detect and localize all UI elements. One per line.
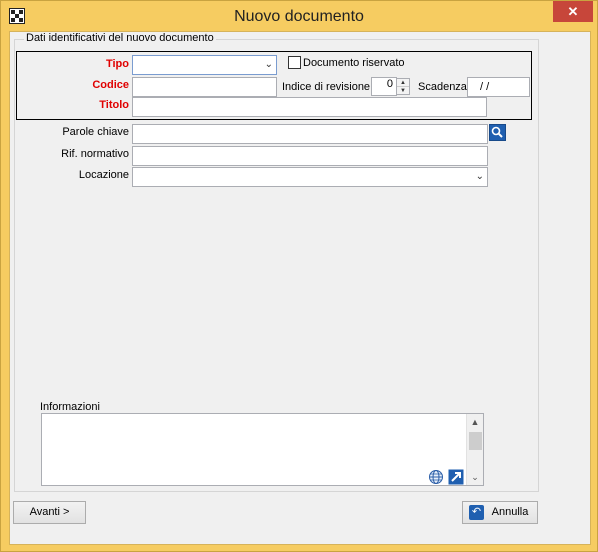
- indice-spinner[interactable]: ▲ ▼: [396, 78, 410, 95]
- scroll-down-icon[interactable]: ⌄: [467, 469, 483, 485]
- annulla-button[interactable]: ↶ Annulla: [462, 501, 538, 524]
- dialog-body: Dati identificativi del nuovo documento …: [9, 31, 591, 545]
- parole-chiave-label: Parole chiave: [62, 126, 129, 138]
- tipo-select[interactable]: ⌄: [132, 55, 277, 75]
- search-button[interactable]: [489, 124, 506, 141]
- chevron-down-icon: ⌄: [264, 59, 273, 70]
- rif-normativo-input[interactable]: [132, 146, 488, 166]
- locazione-select[interactable]: ⌄: [132, 167, 488, 187]
- spin-up-icon[interactable]: ▲: [397, 79, 409, 87]
- chevron-down-icon: ⌄: [475, 171, 484, 182]
- window-title: Nuovo documento: [234, 8, 364, 25]
- annulla-label: Annulla: [491, 506, 529, 518]
- indice-value: 0: [386, 78, 393, 90]
- rif-normativo-label: Rif. normativo: [61, 148, 129, 160]
- informazioni-label: Informazioni: [40, 401, 100, 413]
- undo-icon: ↶: [469, 505, 484, 520]
- parole-chiave-input[interactable]: [132, 124, 488, 144]
- titolo-input[interactable]: [132, 97, 487, 117]
- search-icon: [491, 126, 503, 138]
- group-title: Dati identificativi del nuovo documento: [24, 32, 216, 44]
- globe-icon[interactable]: [428, 469, 444, 485]
- informazioni-textarea[interactable]: ▲ ⌄: [41, 413, 484, 486]
- indice-input[interactable]: 0: [371, 77, 397, 96]
- scadenza-value: / /: [480, 81, 490, 93]
- scadenza-input[interactable]: / /: [467, 77, 530, 97]
- titolo-label: Titolo: [99, 99, 129, 111]
- riservato-checkbox[interactable]: [288, 56, 301, 69]
- title-bar[interactable]: Nuovo documento ✕: [1, 1, 597, 31]
- riservato-label: Documento riservato: [303, 57, 405, 69]
- close-button[interactable]: ✕: [553, 1, 593, 22]
- codice-label: Codice: [92, 79, 129, 91]
- codice-input[interactable]: [132, 77, 277, 97]
- info-scrollbar[interactable]: ▲ ⌄: [466, 414, 483, 485]
- locazione-label: Locazione: [78, 169, 129, 181]
- open-link-icon[interactable]: [448, 469, 464, 485]
- spin-down-icon[interactable]: ▼: [397, 87, 409, 95]
- dialog-window: Nuovo documento ✕ Dati identificativi de…: [0, 0, 598, 552]
- indice-label: Indice di revisione: [282, 81, 371, 93]
- scadenza-label: Scadenza: [418, 81, 467, 93]
- scroll-thumb[interactable]: [469, 432, 482, 450]
- scroll-up-icon[interactable]: ▲: [467, 414, 483, 430]
- avanti-button[interactable]: Avanti >: [13, 501, 86, 524]
- tipo-label: Tipo: [105, 58, 129, 70]
